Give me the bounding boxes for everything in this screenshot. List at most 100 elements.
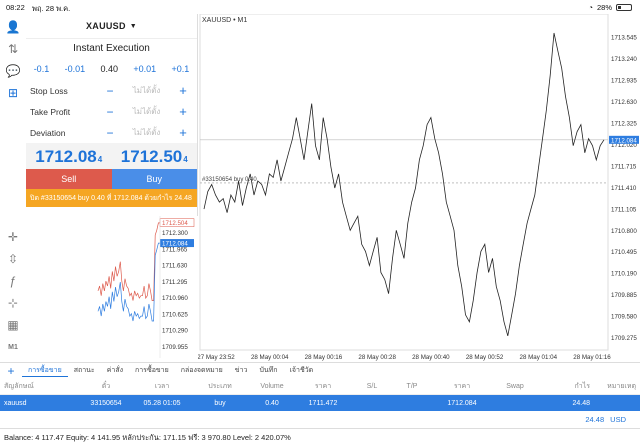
y-tick-label: 1709.580 — [611, 314, 637, 321]
col-tp[interactable]: T/P — [392, 383, 432, 390]
ask-price: 1712.50 4 — [112, 143, 198, 169]
col-price[interactable]: ราคา — [294, 381, 352, 392]
bid-price-main: 1712.08 — [35, 147, 97, 166]
col-swap[interactable]: Swap — [492, 383, 538, 390]
timeframe-m1-icon[interactable]: M1 — [4, 338, 22, 356]
y-tick-label: 1710.190 — [611, 271, 637, 278]
y-tick-label: 1713.240 — [611, 56, 637, 63]
cell-ticket: 33150654 — [90, 399, 122, 407]
stop-loss-minus[interactable]: − — [100, 84, 120, 98]
tab-journal[interactable]: บันทึก — [253, 365, 283, 376]
tab-history[interactable]: การซื้อขาย — [129, 365, 175, 376]
tab-orders[interactable]: ค่าสั่ง — [101, 365, 129, 376]
volume-minus-large[interactable]: -0.1 — [34, 64, 50, 74]
cell-time: 05.28 01:05 — [143, 399, 181, 407]
tab-trade[interactable]: การซื้อขาย — [22, 365, 68, 377]
trade-buttons: Sell Buy — [26, 169, 197, 189]
deviation-plus[interactable]: + — [173, 125, 193, 140]
volume-minus-small[interactable]: -0.01 — [65, 64, 86, 74]
cell-profit: 24.48 — [572, 399, 590, 407]
take-profit-label: Take Profit — [30, 106, 71, 117]
take-profit-minus[interactable]: − — [100, 105, 120, 119]
volume-stepper: -0.1 -0.01 0.40 +0.01 +0.1 — [26, 58, 197, 80]
x-tick-label: 28 May 01:16 — [573, 354, 611, 361]
add-icon[interactable]: + — [0, 364, 22, 378]
objects-icon[interactable]: ⊹ — [4, 294, 22, 312]
col-symbol[interactable]: สัญลักษณ์ — [0, 381, 78, 392]
table-row[interactable]: xauusd 33150654 05.28 01:05 buy 0.40 171… — [0, 395, 640, 411]
tab-mailbox[interactable]: กล่องจดหมาย — [175, 365, 229, 376]
x-tick-label: 28 May 00:16 — [305, 354, 343, 361]
x-tick-label: 28 May 00:28 — [358, 354, 396, 361]
current-price-label: 1712.084 — [611, 137, 637, 144]
indicator-icon[interactable]: ⇳ — [4, 250, 22, 268]
volume-value[interactable]: 0.40 — [100, 64, 118, 74]
price-tick-label: 1712.504 — [162, 220, 188, 227]
col-time[interactable]: เวลา — [134, 381, 190, 392]
chat-icon[interactable]: 💬 — [4, 62, 22, 80]
clock: 08:22 — [6, 3, 25, 12]
deviation-label: Deviation — [30, 127, 66, 138]
ask-price-sup: 4 — [183, 155, 188, 164]
col-ticket[interactable]: ตั๋ว — [78, 381, 134, 392]
stop-loss-plus[interactable]: + — [173, 83, 193, 98]
price-chart[interactable]: XAUUSD • M1 1713.545 1713.240 1712.935 1712.… — [198, 14, 640, 362]
y-tick-label: 1712.630 — [611, 99, 637, 106]
transfer-icon[interactable]: ⇅ — [4, 40, 22, 58]
col-profit[interactable]: กำไร — [538, 381, 594, 392]
volume-plus-small[interactable]: +0.01 — [133, 64, 156, 74]
stop-loss-value[interactable]: ไม่ได้ตั้ง — [120, 84, 173, 97]
y-tick-label: 1709.275 — [611, 335, 637, 342]
col-sl[interactable]: S/L — [352, 383, 392, 390]
tab-status[interactable]: สถานะ — [68, 365, 101, 376]
take-profit-value[interactable]: ไม่ได้ตั้ง — [120, 105, 173, 118]
price-tick-label: 1710.960 — [162, 295, 188, 302]
y-tick-label: 1712.935 — [611, 77, 637, 84]
status-right: ◔ 28% — [588, 3, 632, 12]
take-profit-plus[interactable]: + — [173, 104, 193, 119]
deviation-value[interactable]: ไม่ได้ตั้ง — [120, 126, 173, 139]
wifi-icon: ◔ — [588, 3, 593, 12]
take-profit-row: Take Profit − ไม่ได้ตั้ง + — [26, 101, 197, 122]
battery-icon — [616, 4, 632, 11]
col-volume[interactable]: Volume — [250, 383, 294, 390]
stop-loss-label: Stop Loss — [30, 85, 68, 96]
col-current-price[interactable]: ราคา — [432, 381, 492, 392]
volume-plus-large[interactable]: +0.1 — [172, 64, 190, 74]
total-profit-value: 24.48 — [585, 414, 605, 424]
new-order-icon[interactable]: ⊞ — [4, 84, 22, 102]
buy-button[interactable]: Buy — [111, 169, 197, 189]
close-position-button[interactable]: ปิด #33150654 buy 0.40 ที่ 1712.084 ด้วย… — [26, 189, 197, 207]
cell-current-price: 1712.084 — [447, 399, 477, 407]
execution-type[interactable]: Instant Execution — [26, 38, 197, 58]
cell-type: buy — [214, 399, 226, 407]
balance-bar: Balance: 4 117.47 Equity: 4 141.95 หลักป… — [0, 428, 640, 447]
battery-percent: 28% — [596, 3, 612, 12]
price-tick-label: 1710.625 — [162, 311, 188, 318]
x-tick-label: 28 May 01:04 — [520, 354, 558, 361]
left-toolbar: 👤 ⇅ 💬 ⊞ ✛ ⇳ ƒ ⊹ ▦ M1 — [0, 14, 26, 364]
crosshair-icon[interactable]: ✛ — [4, 228, 22, 246]
tab-indicators[interactable]: เจ้าชีวัด — [284, 365, 320, 376]
y-tick-label: 1709.885 — [611, 292, 637, 299]
deviation-minus[interactable]: − — [100, 126, 120, 140]
total-profit: 24.48 USD — [0, 411, 640, 427]
y-tick-label: 1710.800 — [611, 228, 637, 235]
tab-news[interactable]: ข่าว — [229, 365, 254, 376]
sell-button[interactable]: Sell — [26, 169, 112, 189]
x-tick-label: 28 May 00:40 — [412, 354, 450, 361]
account-icon[interactable]: 👤 — [4, 18, 22, 36]
function-icon[interactable]: ƒ — [4, 272, 22, 290]
order-panel: XAUUSD ▼ Instant Execution -0.1 -0.01 0.… — [26, 14, 198, 216]
price-tick-label: 1711.295 — [162, 279, 188, 286]
templates-icon[interactable]: ▦ — [4, 316, 22, 334]
cell-price: 1711.472 — [308, 399, 338, 407]
tick-chart: 1712.5041712.0841712.3001711.9651711.630… — [97, 216, 195, 358]
price-tick-label: 1710.290 — [162, 328, 188, 335]
col-type[interactable]: ประเภท — [190, 381, 250, 392]
col-comment[interactable]: หมายเหตุ — [594, 381, 640, 392]
price-display: 1712.08 4 1712.50 4 — [26, 143, 197, 169]
positions-table: สัญลักษณ์ ตั๋ว เวลา ประเภท Volume ราคา S… — [0, 379, 640, 427]
symbol-selector[interactable]: XAUUSD ▼ — [26, 14, 197, 38]
bid-price-sup: 4 — [97, 155, 103, 164]
